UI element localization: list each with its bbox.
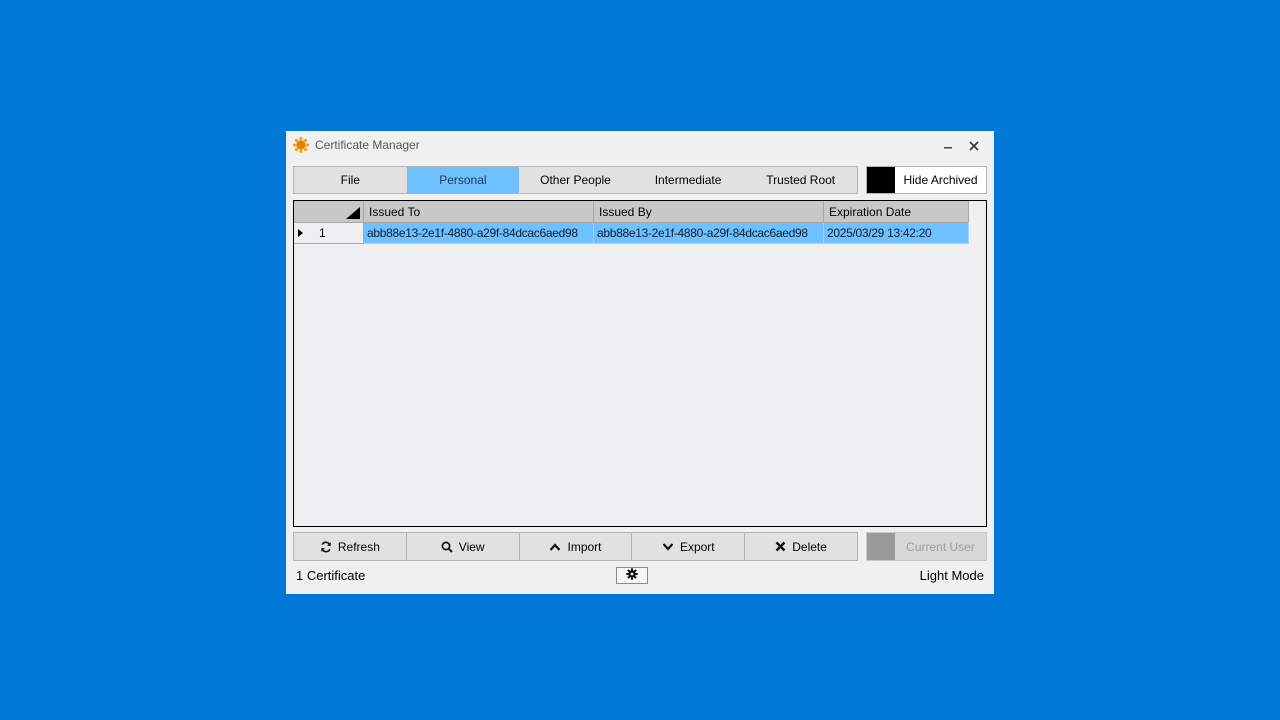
action-bar: Refresh View Import Export Delete [293,532,858,561]
tab-label: File [340,173,360,187]
tab-file[interactable]: File [294,167,407,193]
hide-archived-label: Hide Archived [903,173,978,187]
cell-issued-by[interactable]: abb88e13-2e1f-4880-a29f-84dcac6aed98 [594,223,824,244]
tab-personal[interactable]: Personal [406,167,520,193]
delete-button[interactable]: Delete [745,533,857,560]
import-button[interactable]: Import [520,533,633,560]
x-icon [775,541,786,552]
sun-icon [293,137,309,153]
certificate-grid[interactable]: Issued To Issued By Expiration Date 1 ab… [293,200,987,527]
tab-other-people[interactable]: Other People [519,167,632,193]
select-all-corner[interactable] [294,201,364,223]
minimize-button[interactable] [938,137,958,157]
tab-trusted-root[interactable]: Trusted Root [744,167,857,193]
export-label: Export [679,539,715,554]
refresh-icon [320,541,332,553]
corner-triangle-icon [346,207,360,219]
close-button[interactable] [964,137,984,157]
import-label: Import [567,539,602,554]
close-icon [969,138,979,156]
view-button[interactable]: View [407,533,520,560]
tab-label: Trusted Root [766,173,836,187]
tab-label: Intermediate [654,173,722,187]
tab-intermediate[interactable]: Intermediate [632,167,745,193]
refresh-button[interactable]: Refresh [294,533,407,560]
tab-label: Personal [439,173,487,187]
refresh-label: Refresh [337,539,380,554]
cell-expiration-date[interactable]: 2025/03/29 13:42:20 [824,223,969,244]
settings-button[interactable] [616,567,648,584]
table-row[interactable]: 1 abb88e13-2e1f-4880-a29f-84dcac6aed98 a… [294,223,969,244]
current-user-toggle[interactable]: Current User [866,532,987,561]
toggle-indicator[interactable] [867,533,895,560]
certificate-count: 1 Certificate [296,568,366,583]
current-row-arrow-icon [298,229,303,237]
hide-archived-toggle[interactable]: Hide Archived [866,166,987,194]
chevron-up-icon [549,542,561,552]
current-user-label: Current User [906,539,975,554]
certificate-manager-window: Certificate Manager File Personal Other … [286,131,994,594]
delete-label: Delete [792,539,827,554]
column-header-issued-to[interactable]: Issued To [364,201,594,223]
column-header-issued-by[interactable]: Issued By [594,201,824,223]
row-number: 1 [319,226,326,240]
theme-mode-toggle[interactable]: Light Mode [920,568,984,583]
toggle-indicator[interactable] [867,167,895,193]
tab-label: Other People [540,173,611,187]
cell-issued-to[interactable]: abb88e13-2e1f-4880-a29f-84dcac6aed98 [364,223,594,244]
column-header-expiration-date[interactable]: Expiration Date [824,201,969,223]
grid-header: Issued To Issued By Expiration Date [294,201,969,223]
window-title: Certificate Manager [315,138,420,152]
minimize-icon [943,138,953,156]
gear-icon [626,567,638,585]
chevron-down-icon [662,542,674,552]
search-icon [441,541,453,553]
export-button[interactable]: Export [632,533,746,560]
store-tabs: File Personal Other People Intermediate … [293,166,858,194]
row-header[interactable]: 1 [294,223,364,244]
view-label: View [458,539,485,554]
title-bar[interactable]: Certificate Manager [286,131,994,159]
